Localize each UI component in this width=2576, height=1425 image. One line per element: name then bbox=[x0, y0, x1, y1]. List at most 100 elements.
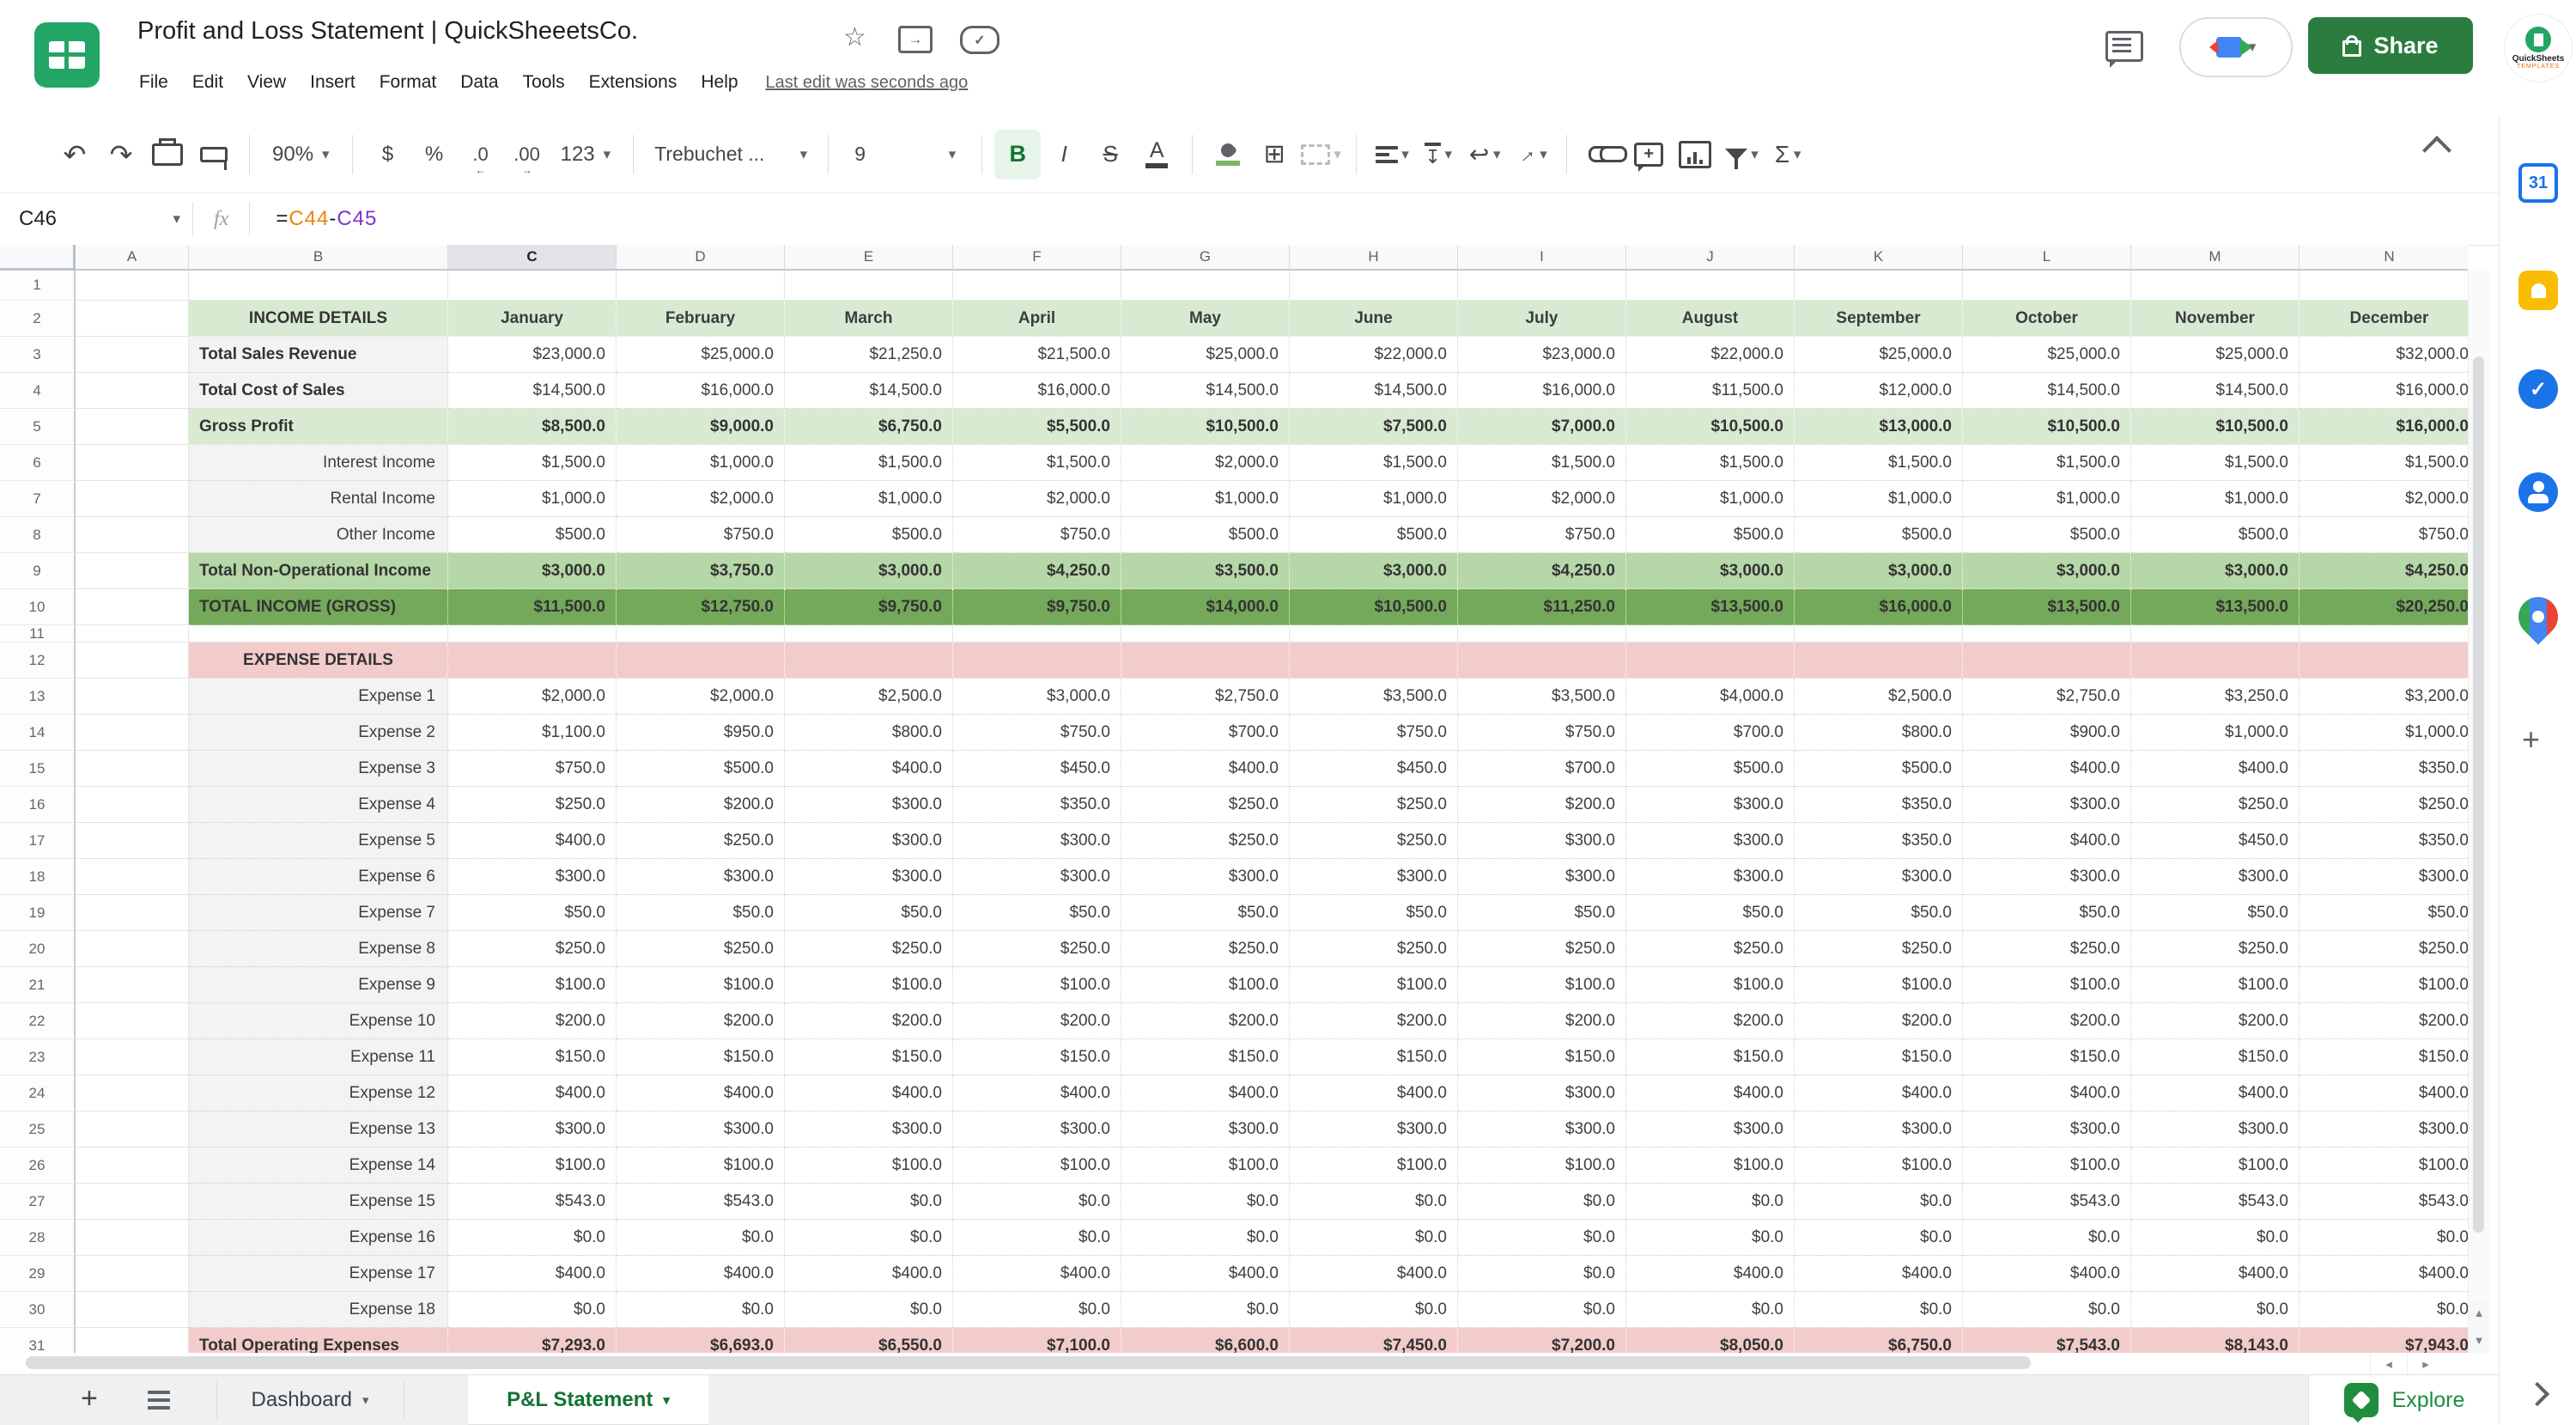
row-header-24[interactable]: 24 bbox=[0, 1075, 76, 1111]
row-header-17[interactable]: 17 bbox=[0, 823, 76, 859]
cell-D12[interactable] bbox=[617, 642, 785, 679]
row-header-29[interactable]: 29 bbox=[0, 1256, 76, 1292]
cell-J15[interactable]: $500.0 bbox=[1626, 751, 1795, 787]
cell-I18[interactable]: $300.0 bbox=[1458, 859, 1626, 895]
cell-B16[interactable]: Expense 4 bbox=[189, 787, 448, 823]
cell-J30[interactable]: $0.0 bbox=[1626, 1292, 1795, 1328]
cell-L27[interactable]: $543.0 bbox=[1963, 1184, 2131, 1220]
cell-H13[interactable]: $3,500.0 bbox=[1290, 679, 1458, 715]
column-header-J[interactable]: J bbox=[1626, 245, 1795, 271]
cell-F20[interactable]: $250.0 bbox=[953, 931, 1121, 967]
cell-I29[interactable]: $0.0 bbox=[1458, 1256, 1626, 1292]
cell-M6[interactable]: $1,500.0 bbox=[2131, 445, 2300, 481]
cell-M27[interactable]: $543.0 bbox=[2131, 1184, 2300, 1220]
cell-C28[interactable]: $0.0 bbox=[448, 1220, 617, 1256]
menu-data[interactable]: Data bbox=[448, 67, 510, 98]
cell-G27[interactable]: $0.0 bbox=[1121, 1184, 1290, 1220]
cell-I15[interactable]: $700.0 bbox=[1458, 751, 1626, 787]
cell-N16[interactable]: $250.0 bbox=[2300, 787, 2468, 823]
cell-C21[interactable]: $100.0 bbox=[448, 967, 617, 1003]
cell-M2[interactable]: November bbox=[2131, 301, 2300, 337]
cell-K28[interactable]: $0.0 bbox=[1795, 1220, 1963, 1256]
cell-L17[interactable]: $400.0 bbox=[1963, 823, 2131, 859]
cell-J13[interactable]: $4,000.0 bbox=[1626, 679, 1795, 715]
keep-icon[interactable] bbox=[2518, 271, 2558, 310]
cell-F18[interactable]: $300.0 bbox=[953, 859, 1121, 895]
zoom-select[interactable]: 90% ▾ bbox=[262, 130, 340, 180]
cell-N30[interactable]: $0.0 bbox=[2300, 1292, 2468, 1328]
text-color-button[interactable]: A bbox=[1133, 130, 1180, 180]
cell-A25[interactable] bbox=[76, 1111, 189, 1148]
functions-button[interactable]: Σ ▾ bbox=[1765, 130, 1811, 180]
cell-G5[interactable]: $10,500.0 bbox=[1121, 409, 1290, 445]
cell-L6[interactable]: $1,500.0 bbox=[1963, 445, 2131, 481]
row-header-9[interactable]: 9 bbox=[0, 553, 76, 589]
cell-E3[interactable]: $21,250.0 bbox=[785, 337, 953, 373]
cell-K7[interactable]: $1,000.0 bbox=[1795, 481, 1963, 517]
cell-I6[interactable]: $1,500.0 bbox=[1458, 445, 1626, 481]
cell-B11[interactable] bbox=[189, 625, 448, 642]
cell-F14[interactable]: $750.0 bbox=[953, 715, 1121, 751]
cell-H29[interactable]: $400.0 bbox=[1290, 1256, 1458, 1292]
cell-G31[interactable]: $6,600.0 bbox=[1121, 1328, 1290, 1353]
cell-N9[interactable]: $4,250.0 bbox=[2300, 553, 2468, 589]
cell-M1[interactable] bbox=[2131, 271, 2300, 301]
cell-B31[interactable]: Total Operating Expenses bbox=[189, 1328, 448, 1353]
cell-L12[interactable] bbox=[1963, 642, 2131, 679]
cell-E27[interactable]: $0.0 bbox=[785, 1184, 953, 1220]
column-header-F[interactable]: F bbox=[953, 245, 1121, 271]
cell-D6[interactable]: $1,000.0 bbox=[617, 445, 785, 481]
cell-H26[interactable]: $100.0 bbox=[1290, 1148, 1458, 1184]
cell-L23[interactable]: $150.0 bbox=[1963, 1039, 2131, 1075]
cell-K24[interactable]: $400.0 bbox=[1795, 1075, 1963, 1111]
cell-N10[interactable]: $20,250.0 bbox=[2300, 589, 2468, 625]
cell-F29[interactable]: $400.0 bbox=[953, 1256, 1121, 1292]
cell-A23[interactable] bbox=[76, 1039, 189, 1075]
cell-F1[interactable] bbox=[953, 271, 1121, 301]
cell-D25[interactable]: $300.0 bbox=[617, 1111, 785, 1148]
cell-G6[interactable]: $2,000.0 bbox=[1121, 445, 1290, 481]
cell-A8[interactable] bbox=[76, 517, 189, 553]
cell-L9[interactable]: $3,000.0 bbox=[1963, 553, 2131, 589]
cell-K27[interactable]: $0.0 bbox=[1795, 1184, 1963, 1220]
cell-B23[interactable]: Expense 11 bbox=[189, 1039, 448, 1075]
cell-A2[interactable] bbox=[76, 301, 189, 337]
cell-D23[interactable]: $150.0 bbox=[617, 1039, 785, 1075]
cell-K1[interactable] bbox=[1795, 271, 1963, 301]
cell-I2[interactable]: July bbox=[1458, 301, 1626, 337]
cell-B2[interactable]: INCOME DETAILS bbox=[189, 301, 448, 337]
cell-K21[interactable]: $100.0 bbox=[1795, 967, 1963, 1003]
cell-D24[interactable]: $400.0 bbox=[617, 1075, 785, 1111]
cell-K18[interactable]: $300.0 bbox=[1795, 859, 1963, 895]
cell-D15[interactable]: $500.0 bbox=[617, 751, 785, 787]
cell-B17[interactable]: Expense 5 bbox=[189, 823, 448, 859]
cell-A13[interactable] bbox=[76, 679, 189, 715]
cell-H18[interactable]: $300.0 bbox=[1290, 859, 1458, 895]
cell-A24[interactable] bbox=[76, 1075, 189, 1111]
scroll-right-icon[interactable]: ▸ bbox=[2407, 1353, 2444, 1374]
cell-F15[interactable]: $450.0 bbox=[953, 751, 1121, 787]
cell-G19[interactable]: $50.0 bbox=[1121, 895, 1290, 931]
cell-H10[interactable]: $10,500.0 bbox=[1290, 589, 1458, 625]
column-header-G[interactable]: G bbox=[1121, 245, 1290, 271]
cell-B27[interactable]: Expense 15 bbox=[189, 1184, 448, 1220]
cell-E24[interactable]: $400.0 bbox=[785, 1075, 953, 1111]
vertical-align-button[interactable]: ↧ ▾ bbox=[1415, 130, 1461, 180]
cell-L8[interactable]: $500.0 bbox=[1963, 517, 2131, 553]
vertical-scrollbar[interactable]: ▲ ▼ bbox=[2468, 271, 2489, 1353]
cell-M8[interactable]: $500.0 bbox=[2131, 517, 2300, 553]
cell-L14[interactable]: $900.0 bbox=[1963, 715, 2131, 751]
cell-M20[interactable]: $250.0 bbox=[2131, 931, 2300, 967]
row-header-18[interactable]: 18 bbox=[0, 859, 76, 895]
add-sheet-button[interactable]: + bbox=[81, 1382, 98, 1416]
cell-M17[interactable]: $450.0 bbox=[2131, 823, 2300, 859]
cell-F3[interactable]: $21,500.0 bbox=[953, 337, 1121, 373]
cell-L29[interactable]: $400.0 bbox=[1963, 1256, 2131, 1292]
cell-B8[interactable]: Other Income bbox=[189, 517, 448, 553]
cell-J17[interactable]: $300.0 bbox=[1626, 823, 1795, 859]
cell-M24[interactable]: $400.0 bbox=[2131, 1075, 2300, 1111]
cell-J27[interactable]: $0.0 bbox=[1626, 1184, 1795, 1220]
cell-E22[interactable]: $200.0 bbox=[785, 1003, 953, 1039]
cell-N20[interactable]: $250.0 bbox=[2300, 931, 2468, 967]
cell-H4[interactable]: $14,500.0 bbox=[1290, 373, 1458, 409]
